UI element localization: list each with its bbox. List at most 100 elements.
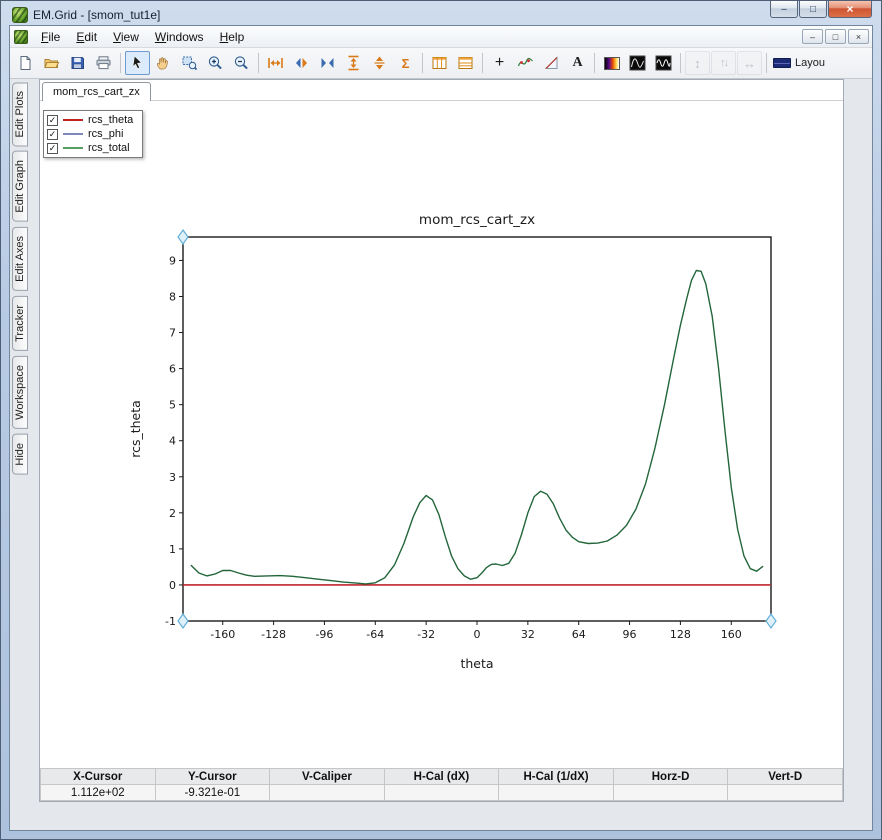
close-button[interactable]: × [828, 1, 872, 18]
pan-tool-button[interactable] [151, 51, 176, 75]
fit-width-button[interactable] [263, 51, 288, 75]
cursor-col-header: Vert-D [727, 768, 843, 785]
document-tab[interactable]: mom_rcs_cart_zx [42, 82, 151, 101]
legend-label-rcs-total: rcs_total [88, 142, 130, 154]
plot-client-area: mom_rcs_cart_zx ✓ rcs_theta ✓ rcs_phi ✓ [39, 79, 844, 802]
row-layout-button[interactable] [453, 51, 478, 75]
expand-y-icon [374, 56, 385, 70]
app-window: EM.Grid - [smom_tut1e] – □ × File Edit V… [0, 0, 882, 840]
sidebar-item-edit-graph[interactable]: Edit Graph [12, 151, 28, 223]
cursor-readout-table: X-Cursor Y-Cursor V-Caliper H-Cal (dX) H… [40, 768, 843, 801]
menu-file[interactable]: File [33, 28, 68, 46]
y-tick-label: 7 [169, 327, 176, 340]
v-arrows-disabled-button: ↑↓ [711, 51, 736, 75]
menu-windows[interactable]: Windows [147, 28, 212, 46]
mdi-close-button[interactable]: × [848, 29, 869, 44]
chart-canvas[interactable]: -160 -128 -96 -64 -32 0 32 64 96 128 160 -1 0 1 2 3 4 5 6 7… [125, 201, 785, 676]
fit-height-button[interactable] [341, 51, 366, 75]
colormap-icon [603, 56, 620, 70]
select-tool-button[interactable] [125, 51, 150, 75]
zoom-out-button[interactable] [229, 51, 254, 75]
y-tick-label: 2 [169, 507, 176, 520]
sigma-icon: Σ [401, 55, 410, 71]
waveform-dark2-icon [655, 55, 672, 71]
slope-triangle-icon [544, 56, 558, 69]
y-axis-label: rcs_theta [128, 400, 143, 458]
waveform-dark2-button[interactable] [651, 51, 676, 75]
add-marker-button[interactable]: + [487, 51, 512, 75]
menu-help[interactable]: Help [212, 28, 253, 46]
cursor-col-header: X-Cursor [40, 768, 156, 785]
zoom-region-icon [182, 56, 198, 71]
legend-item: ✓ rcs_phi [46, 127, 134, 141]
sidebar-item-workspace[interactable]: Workspace [12, 355, 28, 429]
zoom-out-icon [234, 56, 248, 70]
collapse-x-button[interactable] [315, 51, 340, 75]
toolbar-separator [594, 53, 595, 73]
app-logo-icon [12, 6, 28, 23]
legend-swatch-rcs-theta [63, 119, 83, 121]
mdi-window-controls: – □ × [802, 29, 869, 44]
toolbar: Σ + A ↕ ↑↓ ↔ Layou [10, 48, 872, 79]
slope-tool-button[interactable] [539, 51, 564, 75]
chart-title: mom_rcs_cart_zx [419, 212, 535, 228]
save-floppy-icon [71, 57, 84, 69]
plus-icon: + [494, 54, 505, 71]
collapse-x-icon [321, 58, 334, 68]
toolbar-separator [258, 53, 259, 73]
tracker-tool-button[interactable] [513, 51, 538, 75]
menubar: File Edit View Windows Help – □ × [10, 26, 872, 48]
cursor-table-value-row: 1.112e+02 -9.321e-01 [40, 784, 843, 801]
expand-y-button[interactable] [367, 51, 392, 75]
waveform-dark-button[interactable] [625, 51, 650, 75]
x-tick-label: 96 [623, 628, 637, 641]
text-a-icon: A [572, 55, 583, 70]
new-file-button[interactable] [13, 51, 38, 75]
column-layout-button[interactable] [427, 51, 452, 75]
maximize-button[interactable]: □ [799, 1, 827, 18]
legend-label-rcs-theta: rcs_theta [88, 114, 134, 126]
autoscale-button[interactable]: Σ [393, 51, 418, 75]
zoom-region-button[interactable] [177, 51, 202, 75]
waveform-dark-icon [629, 55, 646, 71]
mdi-minimize-button[interactable]: – [802, 29, 823, 44]
page-arrows-button[interactable] [289, 51, 314, 75]
menu-edit[interactable]: Edit [68, 28, 105, 46]
x-tick-label: -64 [366, 628, 384, 641]
x-tick-label: -160 [210, 628, 235, 641]
x-tick-label: -128 [261, 628, 286, 641]
save-button[interactable] [65, 51, 90, 75]
hand-icon [157, 57, 168, 70]
sidebar-item-hide[interactable]: Hide [12, 433, 28, 475]
cursor-table-header-row: X-Cursor Y-Cursor V-Caliper H-Cal (dX) H… [40, 768, 843, 785]
layout-icon [773, 58, 791, 68]
layout-label: Layou [795, 57, 825, 69]
side-tab-strip: Edit Plots Edit Graph Edit Axes Tracker … [10, 79, 39, 802]
h-fit-disabled-button: ↔ [737, 51, 762, 75]
x-tick-label: 64 [572, 628, 586, 641]
sidebar-item-edit-plots[interactable]: Edit Plots [12, 82, 28, 147]
y-cursor-value: -9.321e-01 [154, 784, 271, 801]
legend-checkbox-rcs-theta[interactable]: ✓ [47, 114, 58, 126]
vert-d-value [727, 784, 843, 801]
rows-icon [458, 57, 473, 69]
new-file-icon [20, 56, 31, 70]
legend-checkbox-rcs-phi[interactable]: ✓ [47, 128, 58, 140]
minimize-button[interactable]: – [770, 1, 798, 18]
zoom-in-button[interactable] [203, 51, 228, 75]
x-cursor-value: 1.112e+02 [40, 784, 156, 801]
page-arrows-icon [296, 58, 307, 68]
chart-container: -160 -128 -96 -64 -32 0 32 64 96 128 160 -1 0 1 2 3 4 5 6 7… [125, 201, 785, 676]
legend: ✓ rcs_theta ✓ rcs_phi ✓ rcs_total [43, 110, 144, 158]
layout-button[interactable]: Layou [771, 57, 827, 69]
sidebar-item-edit-axes[interactable]: Edit Axes [12, 227, 28, 291]
menu-view[interactable]: View [105, 28, 147, 46]
legend-checkbox-rcs-total[interactable]: ✓ [47, 142, 58, 154]
sidebar-item-tracker[interactable]: Tracker [12, 295, 28, 351]
print-button[interactable] [91, 51, 116, 75]
mdi-restore-button[interactable]: □ [825, 29, 846, 44]
colormap-button[interactable] [599, 51, 624, 75]
open-file-button[interactable] [39, 51, 64, 75]
text-tool-button[interactable]: A [565, 51, 590, 75]
x-tick-label: 32 [521, 628, 535, 641]
